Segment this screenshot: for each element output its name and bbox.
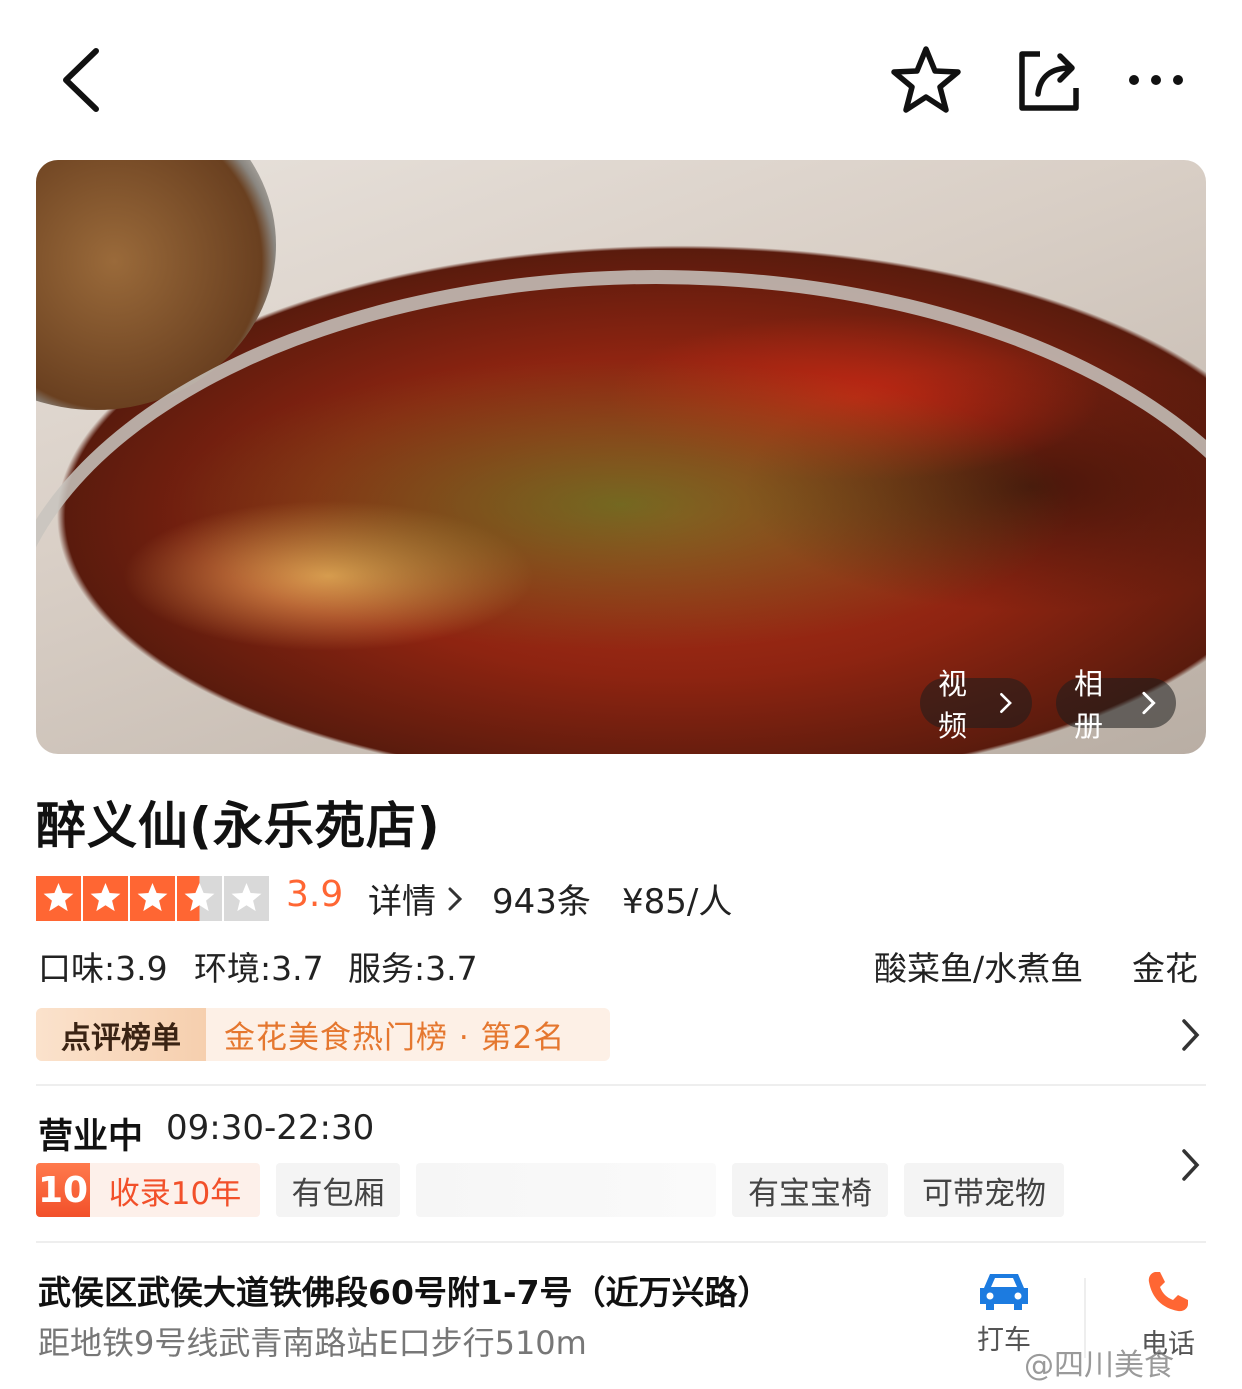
rank-tag: 点评榜单	[36, 1008, 206, 1061]
album-button[interactable]: 相册	[1056, 667, 1176, 743]
rating-star	[36, 876, 81, 921]
divider	[36, 1241, 1206, 1243]
chevron-right-icon[interactable]	[1176, 1016, 1204, 1054]
back-button[interactable]	[42, 40, 122, 120]
review-count[interactable]: 943条	[492, 874, 591, 923]
share-button[interactable]	[1006, 40, 1086, 120]
taste-score: 口味:3.9	[38, 949, 168, 988]
years-text: 收录10年	[108, 1175, 242, 1212]
open-status: 营业中	[38, 1117, 144, 1157]
years-listed-badge: 10 收录10年	[36, 1163, 260, 1217]
chevron-right-icon	[448, 887, 463, 910]
share-icon	[1019, 51, 1079, 111]
video-button[interactable]: 视频	[920, 667, 1032, 743]
blurred-feature-pill	[416, 1163, 716, 1217]
subway-distance: 距地铁9号线武青南路站E口步行510m	[38, 1324, 587, 1362]
rating-star	[177, 876, 222, 921]
feature-pill: 有宝宝椅	[732, 1163, 888, 1217]
years-number: 10	[36, 1163, 90, 1217]
video-label: 视频	[938, 667, 968, 743]
rank-text: 金花美食热门榜 · 第2名	[224, 1020, 566, 1056]
feature-pill: 有包厢	[276, 1163, 400, 1217]
service-score: 服务:3.7	[348, 949, 478, 988]
rating-detail-link[interactable]: 详情	[368, 874, 466, 923]
phone-icon	[1148, 1272, 1188, 1312]
category-label[interactable]: 酸菜鱼/水煮鱼	[874, 942, 1083, 990]
rating-star	[224, 876, 269, 921]
more-dots-icon	[1129, 75, 1183, 85]
shop-photo[interactable]: 视频 相册	[36, 160, 1206, 754]
chevron-right-icon	[999, 692, 1012, 714]
watermark: @四川美食	[1024, 1348, 1174, 1383]
avg-price: ¥85/人	[622, 882, 733, 922]
more-button[interactable]	[1116, 40, 1196, 120]
chevron-right-icon[interactable]	[1176, 1146, 1204, 1184]
favorite-button[interactable]	[886, 40, 966, 120]
chevron-left-icon	[63, 48, 99, 112]
business-hours: 09:30-22:30	[166, 1108, 375, 1148]
detail-label: 详情	[368, 882, 436, 922]
rating-star	[130, 876, 175, 921]
rating-star	[83, 876, 128, 921]
taxi-label: 打车	[977, 1325, 1031, 1356]
star-rating	[36, 876, 269, 921]
chevron-right-icon	[1141, 691, 1156, 715]
star-outline-icon	[891, 46, 961, 113]
shop-name: 醉义仙(永乐苑店)	[36, 797, 441, 855]
album-label: 相册	[1074, 667, 1104, 743]
address[interactable]: 武侯区武侯大道铁佛段60号附1-7号（近万兴路）	[38, 1266, 918, 1314]
car-icon	[980, 1274, 1028, 1310]
environment-score: 环境:3.7	[194, 949, 324, 988]
feature-pill: 可带宠物	[904, 1163, 1064, 1217]
rating-score: 3.9	[286, 874, 344, 915]
divider	[36, 1084, 1206, 1086]
area-label[interactable]: 金花	[1132, 942, 1198, 990]
rank-banner[interactable]: 点评榜单 金花美食热门榜 · 第2名	[36, 1008, 610, 1061]
